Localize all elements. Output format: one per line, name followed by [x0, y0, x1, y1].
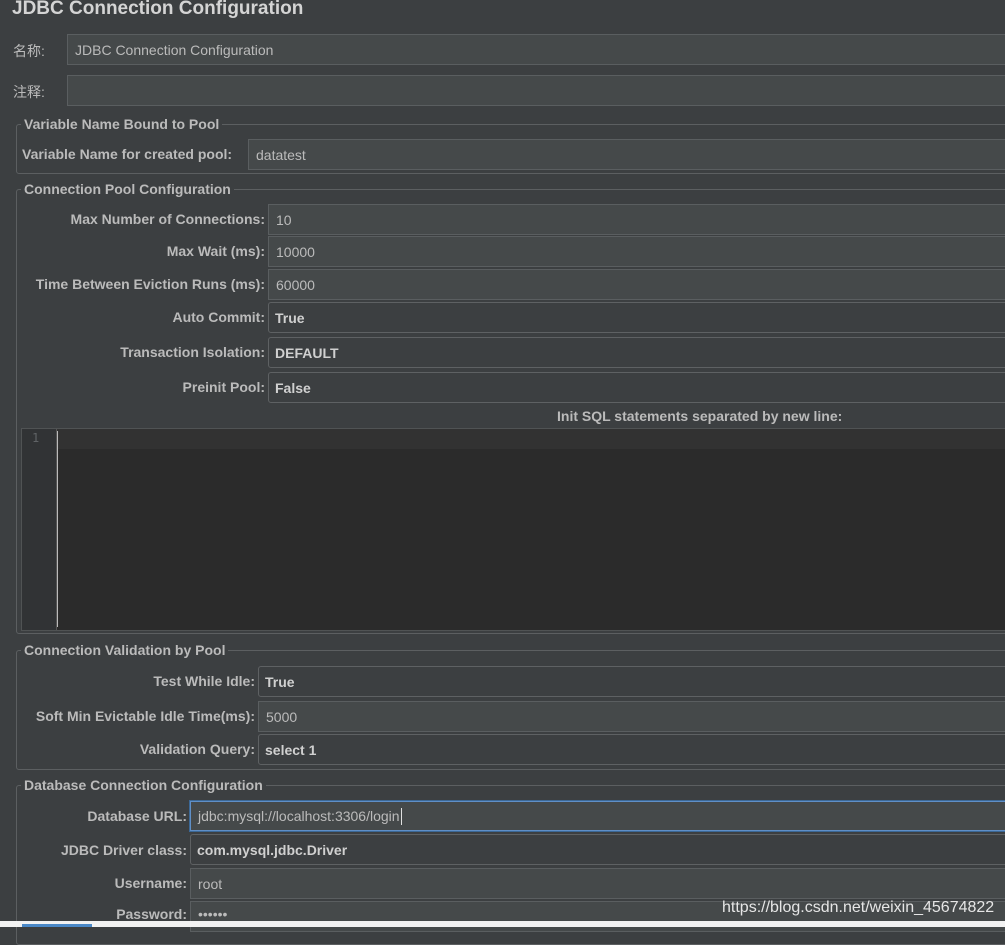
init-sql-editor[interactable]: 1 — [21, 428, 1005, 631]
validation-query-select[interactable]: select 1 — [258, 734, 1005, 765]
init-sql-label: Init SQL statements separated by new lin… — [557, 408, 843, 424]
username-input[interactable]: root — [190, 868, 1005, 899]
test-while-idle-label: Test While Idle: — [153, 673, 255, 689]
database-connection-legend: Database Connection Configuration — [21, 777, 266, 793]
validation-query-label: Validation Query: — [139, 741, 255, 757]
driver-class-label: JDBC Driver class: — [60, 842, 187, 858]
database-url-input[interactable]: jdbc:mysql://localhost:3306/login — [190, 801, 1005, 831]
variable-name-legend: Variable Name Bound to Pool — [21, 116, 223, 132]
comment-input[interactable] — [67, 75, 1005, 106]
connection-pool-legend: Connection Pool Configuration — [21, 181, 234, 197]
name-input[interactable]: JDBC Connection Configuration — [67, 34, 1005, 65]
test-while-idle-select[interactable]: True — [258, 666, 1005, 697]
input-caret — [400, 807, 402, 825]
current-line-highlight — [57, 429, 1005, 449]
soft-min-idle-input[interactable]: 5000 — [258, 701, 1005, 732]
preinit-pool-label: Preinit Pool: — [182, 379, 265, 395]
text-caret — [57, 431, 58, 627]
eviction-runs-label: Time Between Eviction Runs (ms): — [35, 276, 265, 292]
preinit-pool-select[interactable]: False — [268, 372, 1005, 403]
page-title: JDBC Connection Configuration — [12, 0, 304, 19]
connection-validation-legend: Connection Validation by Pool — [21, 642, 229, 658]
eviction-runs-input[interactable]: 60000 — [268, 269, 1005, 300]
bottom-strip — [0, 921, 1005, 927]
name-label: 名称: — [13, 43, 45, 59]
password-label: Password: — [116, 906, 187, 922]
variable-name-label: Variable Name for created pool: — [22, 146, 233, 162]
auto-commit-select[interactable]: True — [268, 302, 1005, 333]
transaction-isolation-select[interactable]: DEFAULT — [268, 337, 1005, 368]
max-connections-input[interactable]: 10 — [268, 204, 1005, 235]
max-wait-input[interactable]: 10000 — [268, 236, 1005, 267]
auto-commit-label: Auto Commit: — [172, 309, 265, 325]
line-number: 1 — [32, 431, 40, 445]
max-wait-label: Max Wait (ms): — [166, 243, 265, 259]
username-label: Username: — [114, 875, 187, 891]
line-number-gutter: 1 — [22, 429, 57, 630]
database-url-label: Database URL: — [87, 808, 187, 824]
watermark-text: https://blog.csdn.net/weixin_45674822 — [722, 899, 995, 916]
max-connections-label: Max Number of Connections: — [70, 211, 265, 227]
transaction-isolation-label: Transaction Isolation: — [120, 344, 265, 360]
comment-label: 注释: — [13, 84, 45, 100]
driver-class-select[interactable]: com.mysql.jdbc.Driver — [190, 834, 1005, 865]
variable-name-input[interactable]: datatest — [248, 139, 1005, 170]
soft-min-idle-label: Soft Min Evictable Idle Time(ms): — [35, 708, 255, 724]
